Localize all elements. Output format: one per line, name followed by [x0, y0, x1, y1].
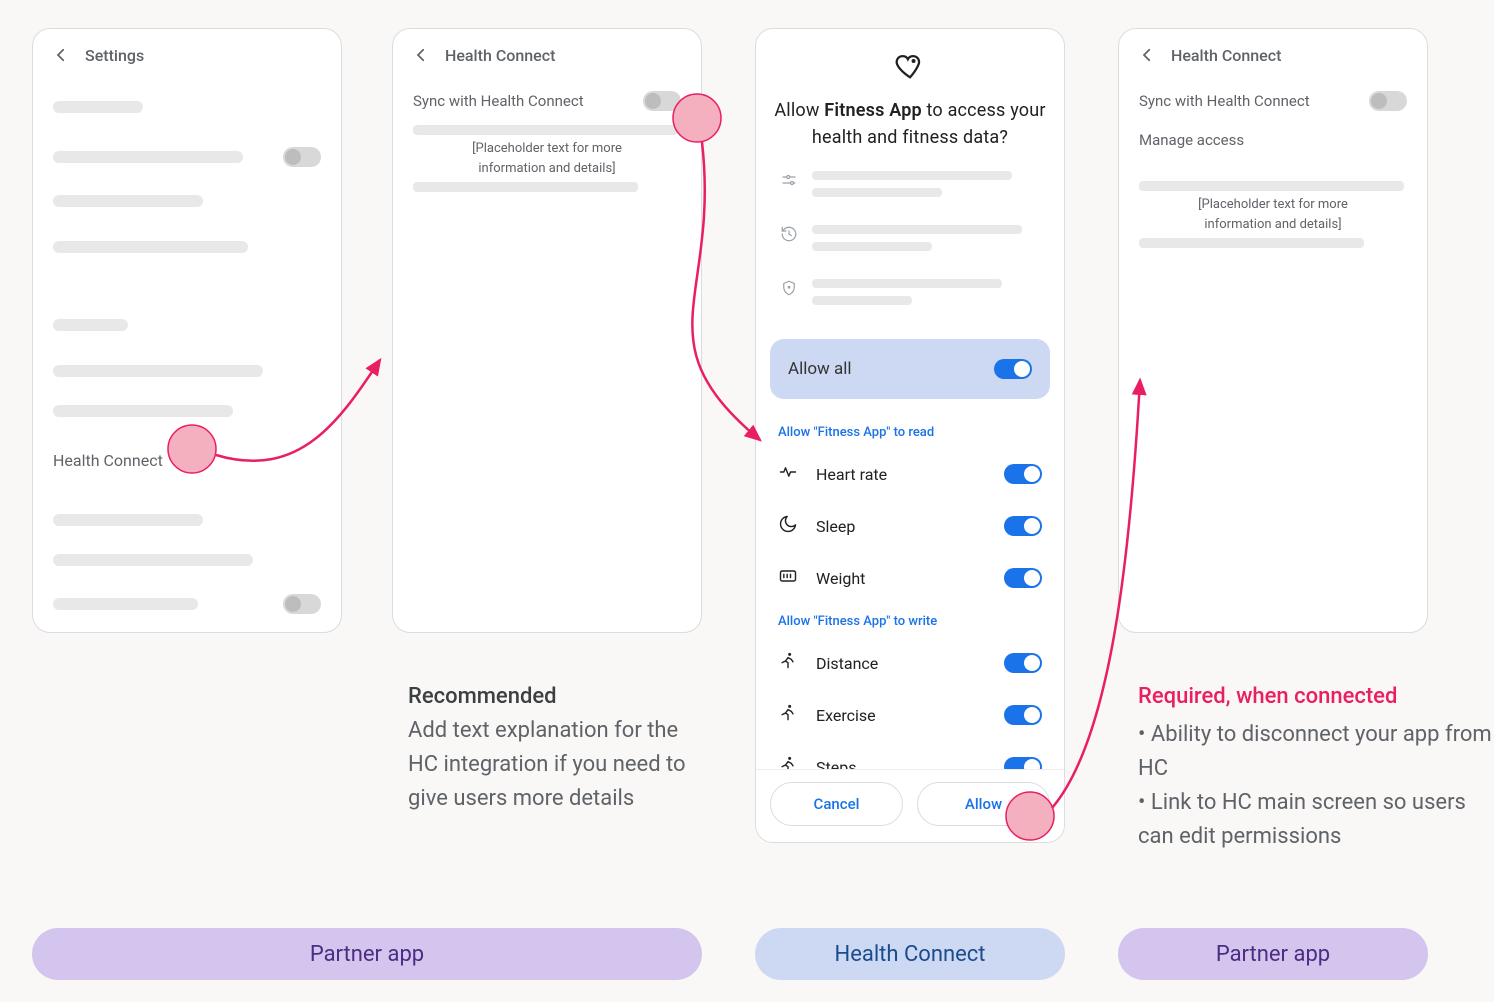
- sync-row: Sync with Health Connect: [393, 81, 701, 121]
- weight-icon: [778, 566, 798, 590]
- sync-label: Sync with Health Connect: [413, 92, 584, 110]
- permission-label: Weight: [816, 569, 865, 588]
- skeleton-line: [53, 151, 243, 163]
- permission-row: Heart rate: [756, 448, 1064, 500]
- toggle-off[interactable]: [283, 594, 321, 614]
- history-icon: [780, 225, 798, 243]
- write-section-header: Allow "Fitness App" to write: [756, 604, 1064, 637]
- permission-label: Heart rate: [816, 465, 887, 484]
- skeleton-line: [53, 598, 198, 610]
- screen1-header: Settings: [33, 29, 341, 81]
- partner-settings-screen: Settings Health Connect: [32, 28, 342, 633]
- permission-prompt-title: Allow Fitness App to access your health …: [774, 97, 1046, 151]
- skeleton-line: [413, 182, 638, 192]
- skeleton-line: [53, 195, 203, 207]
- screen1-body: Health Connect: [33, 81, 341, 633]
- screen4-title: Health Connect: [1171, 46, 1281, 65]
- permission-toggle[interactable]: [1004, 464, 1042, 484]
- run-icon: [778, 703, 798, 727]
- partner-health-connect-screen: Health Connect Sync with Health Connect …: [392, 28, 702, 633]
- info-row: [756, 161, 1064, 215]
- skeleton-line: [53, 319, 128, 331]
- footer-partner-app-2: Partner app: [1118, 928, 1428, 980]
- permission-row: Distance: [756, 637, 1064, 689]
- heart-icon: [778, 462, 798, 486]
- health-connect-row[interactable]: Health Connect: [53, 451, 321, 470]
- dialog-actions: Cancel Allow: [756, 769, 1064, 842]
- back-arrow-icon[interactable]: [411, 45, 431, 65]
- read-section-header: Allow "Fitness App" to read: [756, 415, 1064, 448]
- sliders-icon: [780, 171, 798, 189]
- skeleton-line: [1139, 238, 1364, 248]
- skeleton-line: [53, 365, 263, 377]
- shield-icon: [780, 279, 798, 297]
- permission-toggle[interactable]: [1004, 653, 1042, 673]
- allow-all-label: Allow all: [788, 359, 852, 379]
- sync-label: Sync with Health Connect: [1139, 92, 1310, 110]
- caption-recommended: Recommended Add text explanation for the…: [408, 680, 708, 816]
- permission-toggle[interactable]: [1004, 705, 1042, 725]
- back-arrow-icon[interactable]: [1137, 45, 1157, 65]
- info-row: [756, 215, 1064, 269]
- permission-label: Sleep: [816, 517, 855, 536]
- run-icon: [778, 651, 798, 675]
- skeleton-line: [413, 125, 678, 135]
- cancel-button[interactable]: Cancel: [770, 782, 903, 826]
- permission-row: Exercise: [756, 689, 1064, 741]
- permission-toggle[interactable]: [1004, 516, 1042, 536]
- skeleton-line: [1139, 181, 1404, 191]
- permission-row: Sleep: [756, 500, 1064, 552]
- skeleton-line: [53, 101, 143, 113]
- sync-toggle[interactable]: [1369, 91, 1407, 111]
- skeleton-line: [53, 514, 203, 526]
- footer-health-connect: Health Connect: [755, 928, 1065, 980]
- screen1-title: Settings: [85, 46, 144, 65]
- screen2-title: Health Connect: [445, 46, 555, 65]
- health-connect-logo-icon: [893, 49, 927, 87]
- allow-all-row[interactable]: Allow all: [770, 339, 1050, 399]
- manage-access-row[interactable]: Manage access: [1119, 121, 1427, 159]
- info-row: [756, 269, 1064, 323]
- health-connect-permission-dialog: Allow Fitness App to access your health …: [755, 28, 1065, 843]
- screen4-header: Health Connect: [1119, 29, 1427, 81]
- screen2-header: Health Connect: [393, 29, 701, 81]
- allow-button[interactable]: Allow: [917, 782, 1050, 826]
- partner-health-connect-connected-screen: Health Connect Sync with Health Connect …: [1118, 28, 1428, 633]
- permission-toggle[interactable]: [1004, 568, 1042, 588]
- footer-partner-app: Partner app: [32, 928, 702, 980]
- permission-label: Distance: [816, 654, 878, 673]
- sync-row: Sync with Health Connect: [1119, 81, 1427, 121]
- placeholder-note: [Placeholder text for more information a…: [393, 139, 701, 178]
- permission-label: Exercise: [816, 706, 876, 725]
- permission-row: Weight: [756, 552, 1064, 604]
- back-arrow-icon[interactable]: [51, 45, 71, 65]
- skeleton-line: [53, 241, 248, 253]
- health-connect-label: Health Connect: [53, 451, 163, 470]
- manage-access-label: Manage access: [1139, 131, 1244, 149]
- caption-required: Required, when connected Ability to disc…: [1138, 680, 1494, 854]
- placeholder-note: [Placeholder text for more information a…: [1119, 195, 1427, 234]
- toggle-off[interactable]: [283, 147, 321, 167]
- sync-toggle[interactable]: [643, 91, 681, 111]
- skeleton-line: [53, 554, 253, 566]
- skeleton-line: [53, 405, 233, 417]
- sleep-icon: [778, 514, 798, 538]
- allow-all-toggle[interactable]: [994, 359, 1032, 379]
